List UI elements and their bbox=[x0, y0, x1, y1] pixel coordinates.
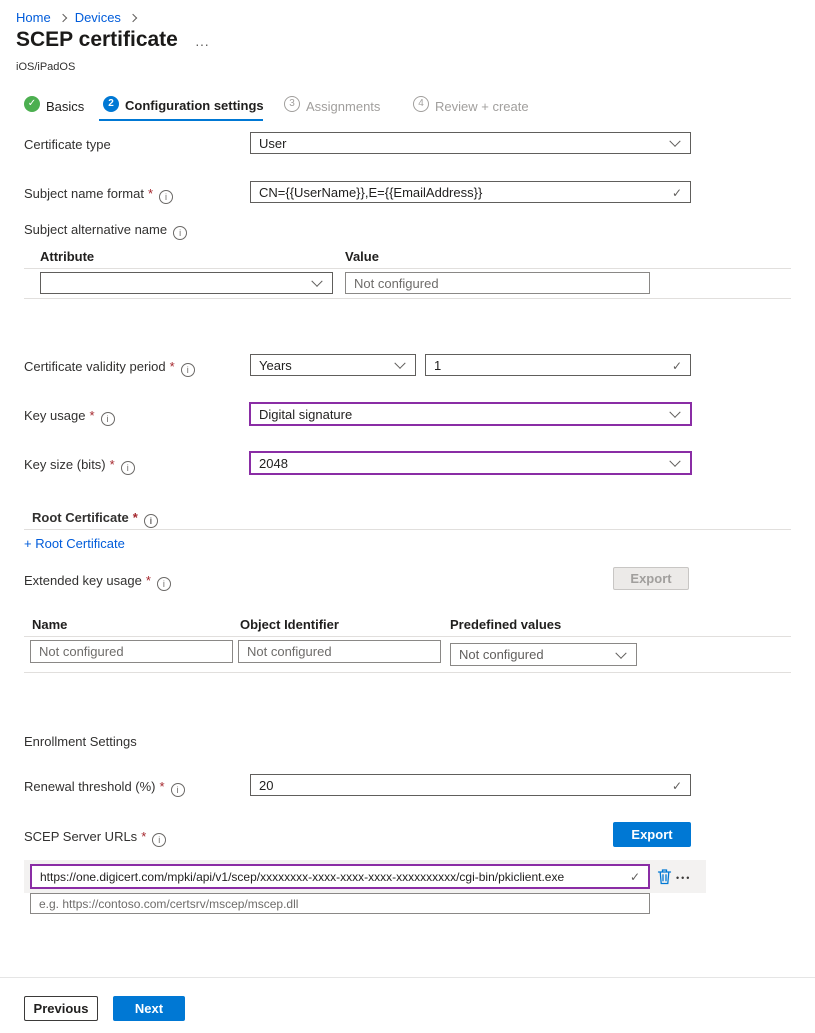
eku-oid-input[interactable] bbox=[238, 640, 441, 663]
san-attribute-dropdown[interactable] bbox=[40, 272, 333, 294]
key-usage-dropdown[interactable]: Digital signature bbox=[249, 402, 692, 426]
chevron-down-icon bbox=[311, 276, 322, 287]
subject-name-format-text: Subject name format bbox=[24, 186, 144, 201]
chevron-right-icon bbox=[129, 14, 137, 22]
info-icon[interactable]: i bbox=[152, 833, 166, 847]
subject-alternative-name-label: Subject alternative name i bbox=[24, 222, 187, 240]
info-icon[interactable]: i bbox=[159, 190, 173, 204]
required-marker: * bbox=[160, 779, 165, 794]
enrollment-settings-heading: Enrollment Settings bbox=[24, 734, 137, 749]
step-3-icon: 3 bbox=[284, 96, 300, 112]
key-size-value: 2048 bbox=[259, 456, 288, 471]
scep-url-input[interactable] bbox=[30, 864, 650, 889]
certificate-type-value: User bbox=[259, 136, 286, 151]
required-marker: * bbox=[146, 573, 151, 588]
certificate-type-dropdown[interactable]: User bbox=[250, 132, 691, 154]
extended-key-usage-export-button[interactable]: Export bbox=[613, 567, 689, 590]
active-tab-underline bbox=[99, 119, 263, 121]
breadcrumb-link-home[interactable]: Home bbox=[16, 10, 51, 25]
required-marker: * bbox=[89, 408, 94, 423]
eku-predefined-dropdown[interactable]: Not configured bbox=[450, 643, 637, 666]
eku-oid-header: Object Identifier bbox=[240, 617, 339, 632]
validity-amount-input[interactable] bbox=[425, 354, 691, 376]
renewal-threshold-text: Renewal threshold (%) bbox=[24, 779, 156, 794]
step-2-icon: 2 bbox=[103, 96, 119, 112]
san-value-header: Value bbox=[345, 249, 379, 264]
more-horizontal-icon[interactable]: ••• bbox=[676, 873, 691, 883]
tab-basics[interactable]: Basics bbox=[46, 99, 84, 114]
eku-name-input[interactable] bbox=[30, 640, 233, 663]
certificate-validity-period-text: Certificate validity period bbox=[24, 359, 166, 374]
eku-predefined-header: Predefined values bbox=[450, 617, 561, 632]
page-title: SCEP certificate bbox=[16, 28, 178, 52]
san-attribute-header: Attribute bbox=[40, 249, 94, 264]
extended-key-usage-text: Extended key usage bbox=[24, 573, 142, 588]
scep-urls-export-button[interactable]: Export bbox=[613, 822, 691, 847]
trash-icon[interactable] bbox=[657, 868, 672, 890]
key-size-label: Key size (bits) * i bbox=[24, 457, 135, 475]
info-icon[interactable]: i bbox=[157, 577, 171, 591]
key-usage-text: Key usage bbox=[24, 408, 85, 423]
root-certificate-label: Root Certificate * i bbox=[32, 510, 158, 528]
info-icon[interactable]: i bbox=[101, 412, 115, 426]
required-marker: * bbox=[133, 510, 138, 525]
scep-url-new-input[interactable] bbox=[30, 893, 650, 914]
key-size-text: Key size (bits) bbox=[24, 457, 106, 472]
chevron-down-icon bbox=[669, 407, 680, 418]
check-circle-icon: ✓ bbox=[24, 96, 40, 112]
key-usage-label: Key usage * i bbox=[24, 408, 115, 426]
scep-server-urls-label: SCEP Server URLs * i bbox=[24, 829, 166, 847]
chevron-down-icon bbox=[669, 136, 680, 147]
renewal-threshold-input[interactable] bbox=[250, 774, 691, 796]
required-marker: * bbox=[141, 829, 146, 844]
info-icon[interactable]: i bbox=[144, 514, 158, 528]
chevron-down-icon bbox=[615, 647, 626, 658]
extended-key-usage-label: Extended key usage * i bbox=[24, 573, 171, 591]
san-value-input[interactable] bbox=[345, 272, 650, 294]
info-icon[interactable]: i bbox=[121, 461, 135, 475]
step-4-icon: 4 bbox=[413, 96, 429, 112]
info-icon[interactable]: i bbox=[171, 783, 185, 797]
footer-divider bbox=[0, 977, 815, 978]
root-certificate-text: Root Certificate bbox=[32, 510, 129, 525]
divider bbox=[24, 636, 791, 637]
eku-name-header: Name bbox=[32, 617, 67, 632]
divider bbox=[24, 529, 791, 530]
eku-predefined-value: Not configured bbox=[459, 647, 544, 662]
tab-assignments[interactable]: Assignments bbox=[306, 99, 380, 114]
chevron-right-icon bbox=[58, 14, 66, 22]
more-horizontal-icon[interactable]: ··· bbox=[195, 36, 209, 52]
certificate-type-label: Certificate type bbox=[24, 137, 111, 152]
tab-configuration-settings[interactable]: Configuration settings bbox=[125, 98, 264, 113]
breadcrumb: Home Devices bbox=[16, 9, 145, 27]
tab-review-create[interactable]: Review + create bbox=[435, 99, 529, 114]
info-icon[interactable]: i bbox=[173, 226, 187, 240]
next-button[interactable]: Next bbox=[113, 996, 185, 1021]
required-marker: * bbox=[148, 186, 153, 201]
subject-name-format-label: Subject name format * i bbox=[24, 186, 173, 204]
chevron-down-icon bbox=[669, 456, 680, 467]
key-size-dropdown[interactable]: 2048 bbox=[249, 451, 692, 475]
info-icon[interactable]: i bbox=[181, 363, 195, 377]
divider bbox=[24, 268, 791, 269]
subject-name-format-input[interactable] bbox=[250, 181, 691, 203]
key-usage-value: Digital signature bbox=[259, 407, 352, 422]
scep-server-urls-text: SCEP Server URLs bbox=[24, 829, 137, 844]
breadcrumb-link-devices[interactable]: Devices bbox=[75, 10, 121, 25]
divider bbox=[24, 298, 791, 299]
add-root-certificate-link[interactable]: + Root Certificate bbox=[24, 536, 125, 551]
required-marker: * bbox=[170, 359, 175, 374]
divider bbox=[24, 672, 791, 673]
previous-button[interactable]: Previous bbox=[24, 996, 98, 1021]
page-subtitle: iOS/iPadOS bbox=[16, 61, 75, 73]
renewal-threshold-label: Renewal threshold (%) * i bbox=[24, 779, 185, 797]
validity-unit-dropdown[interactable]: Years bbox=[250, 354, 416, 376]
required-marker: * bbox=[110, 457, 115, 472]
certificate-validity-period-label: Certificate validity period * i bbox=[24, 359, 195, 377]
scep-certificate-page: Home Devices SCEP certificate ··· iOS/iPa… bbox=[0, 0, 815, 1033]
subject-alternative-name-text: Subject alternative name bbox=[24, 222, 167, 237]
validity-unit-value: Years bbox=[259, 358, 292, 373]
chevron-down-icon bbox=[394, 358, 405, 369]
